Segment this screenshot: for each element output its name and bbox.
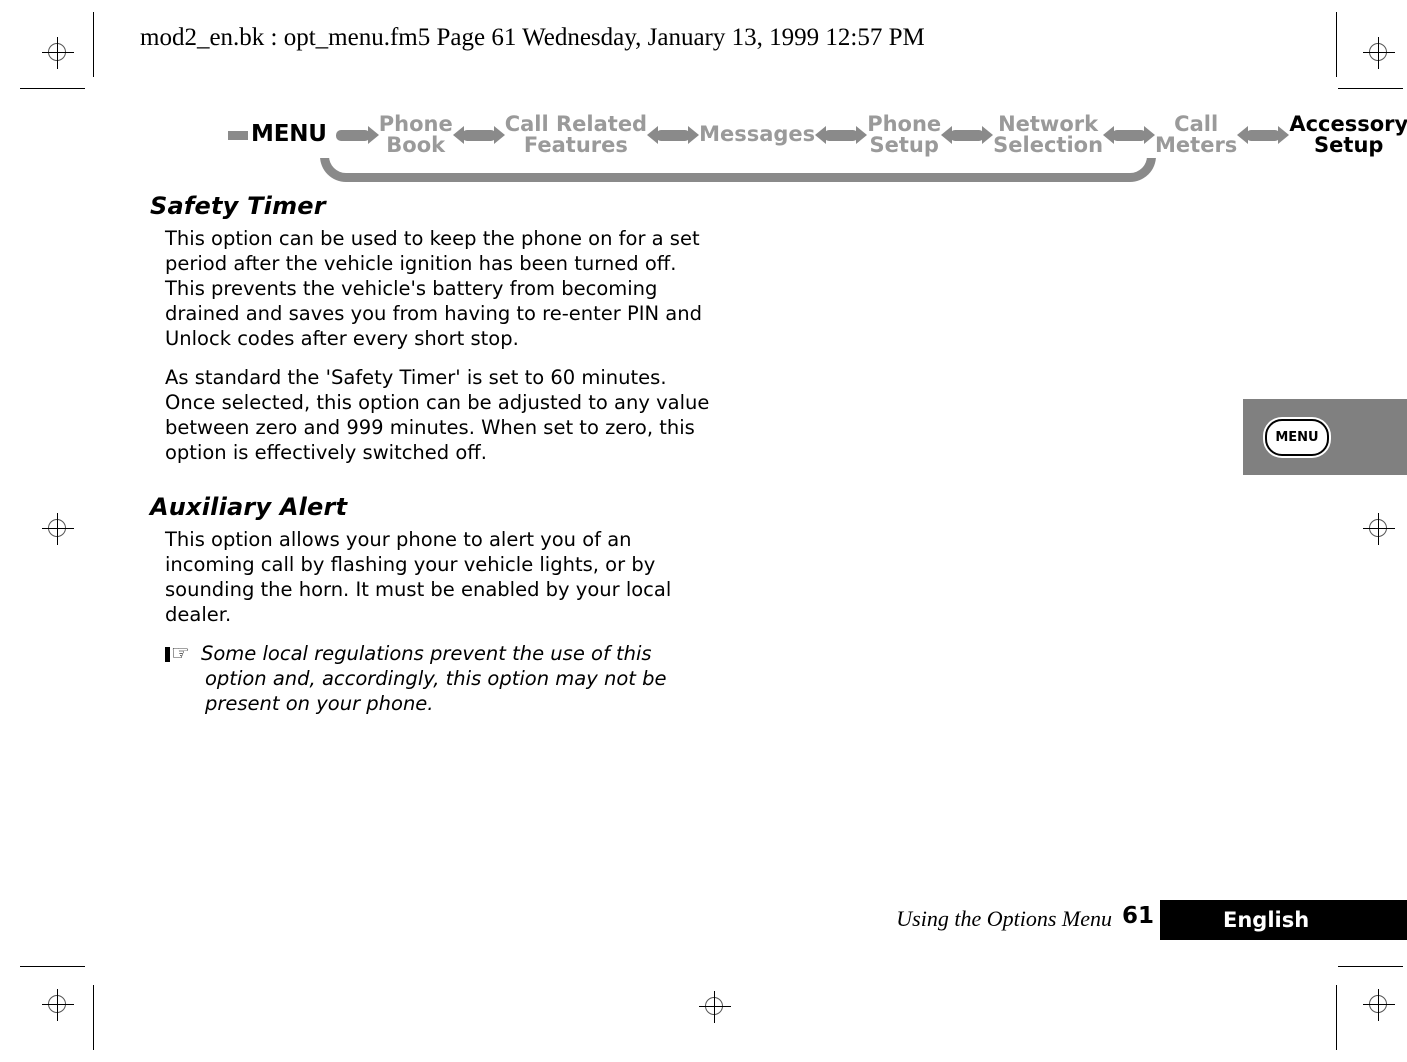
registration-mark-middle-left xyxy=(41,512,75,546)
registration-mark-bottom-center xyxy=(698,990,732,1024)
nav-item-label-line1: Phone xyxy=(867,111,942,136)
nav-items-row: MENU Phone Book Call Related Features Me… xyxy=(228,112,1407,158)
crop-mark-top-right-vertical xyxy=(1336,12,1337,77)
nav-item-label-line1: Call xyxy=(1174,111,1219,136)
registration-mark-middle-right xyxy=(1362,512,1396,546)
nav-item-label: MENU xyxy=(251,121,327,148)
nav-item-label-line1: Call Related xyxy=(504,111,648,136)
nav-item-label-line2: Selection xyxy=(993,133,1104,157)
nav-item-label-line2: Book xyxy=(386,133,446,157)
registration-mark-top-right xyxy=(1362,36,1396,70)
nav-item-menu-root[interactable]: MENU xyxy=(251,123,327,146)
nav-item-label-line2: Features xyxy=(523,133,628,157)
footer-section-title: Using the Options Menu xyxy=(896,906,1112,931)
section-heading-safety-timer: Safety Timer xyxy=(150,192,326,220)
note-text: Some local regulations prevent the use o… xyxy=(201,642,667,715)
note-block: ☞ Some local regulations prevent the use … xyxy=(165,641,710,716)
crop-mark-top-left-vertical xyxy=(93,12,94,77)
menu-key-button[interactable]: MENU xyxy=(1265,418,1329,456)
nav-item-call-related-features[interactable]: Call Related Features xyxy=(504,111,648,157)
pointing-hand-icon: ☞ xyxy=(165,641,201,666)
nav-arrow-icon xyxy=(1103,125,1156,144)
registration-mark-bottom-left xyxy=(41,988,75,1022)
paragraph: This option can be used to keep the phon… xyxy=(165,227,702,350)
nav-item-label-line2: Setup xyxy=(869,133,939,157)
crop-mark-top-left-horizontal xyxy=(20,88,85,89)
paragraph: As standard the 'Safety Timer' is set to… xyxy=(165,366,710,464)
nav-arrow-icon xyxy=(815,125,868,144)
nav-arrow-icon xyxy=(335,125,379,144)
nav-item-accessory-setup[interactable]: Accessory Setup xyxy=(1289,111,1407,157)
nav-arrow-icon xyxy=(647,125,700,144)
nav-arrow-icon xyxy=(452,125,505,144)
nav-item-phone-setup[interactable]: Phone Setup xyxy=(867,111,942,157)
nav-item-call-meters[interactable]: Call Meters xyxy=(1155,111,1238,157)
section-heading-auxiliary-alert: Auxiliary Alert xyxy=(150,493,348,521)
menu-breadcrumb-nav: MENU Phone Book Call Related Features Me… xyxy=(228,112,1407,182)
menu-key-label: MENU xyxy=(1275,429,1319,445)
nav-item-phone-book[interactable]: Phone Book xyxy=(378,111,453,157)
nav-arrow-icon xyxy=(1237,125,1290,144)
crop-mark-bottom-left-vertical xyxy=(93,985,94,1050)
nav-item-label-line2: Meters xyxy=(1155,133,1238,157)
page-content: Safety Timer This option can be used to … xyxy=(150,192,710,716)
footer-language-label: English xyxy=(1223,908,1310,932)
file-header-line: mod2_en.bk : opt_menu.fm5 Page 61 Wednes… xyxy=(140,24,925,51)
nav-item-messages[interactable]: Messages xyxy=(699,122,816,147)
nav-item-network-selection[interactable]: Network Selection xyxy=(993,111,1104,157)
crop-mark-top-right-horizontal xyxy=(1338,88,1403,89)
footer-language-bar: English xyxy=(1160,900,1407,940)
document-page: mod2_en.bk : opt_menu.fm5 Page 61 Wednes… xyxy=(0,0,1407,1062)
nav-arrow-icon xyxy=(941,125,994,144)
footer-page-number: 61 xyxy=(1121,903,1154,929)
nav-item-label-line1: Messages xyxy=(699,122,816,147)
nav-leading-dash-icon xyxy=(228,130,248,140)
nav-item-label-line1: Phone xyxy=(378,111,453,136)
registration-mark-top-left xyxy=(41,36,75,70)
paragraph: This option allows your phone to alert y… xyxy=(165,528,672,626)
crop-mark-bottom-left-horizontal xyxy=(20,966,85,967)
registration-mark-bottom-right xyxy=(1362,988,1396,1022)
nav-item-label-line2: Setup xyxy=(1314,133,1384,157)
crop-mark-bottom-right-horizontal xyxy=(1338,966,1403,967)
side-tab-menu[interactable]: MENU xyxy=(1243,399,1407,475)
nav-item-label-line1: Accessory xyxy=(1289,111,1407,136)
crop-mark-bottom-right-vertical xyxy=(1336,985,1337,1050)
nav-item-label-line1: Network xyxy=(998,111,1099,136)
